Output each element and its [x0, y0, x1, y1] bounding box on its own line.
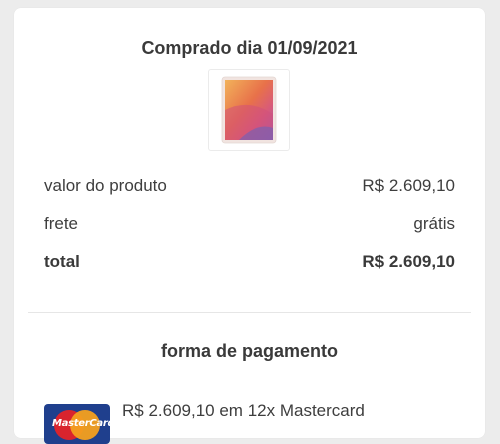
mastercard-logo-icon: MasterCard [44, 404, 110, 444]
product-value-amount: R$ 2.609,10 [362, 176, 455, 195]
payment-section-title: forma de pagamento [160, 341, 339, 361]
order-summary-card: Comprado dia 01/09/2021 valor do produto… [14, 8, 485, 444]
total-label: total [44, 252, 80, 271]
section-divider [28, 312, 471, 313]
purchase-date-title: Comprado dia 01/09/2021 [141, 38, 358, 58]
product-image-ipad[interactable] [208, 69, 290, 151]
product-value-row: valor do produto R$ 2.609,10 [44, 175, 455, 197]
total-amount: R$ 2.609,10 [362, 252, 455, 271]
total-row: total R$ 2.609,10 [44, 251, 455, 273]
ipad-icon [221, 76, 277, 144]
product-value-label: valor do produto [44, 176, 167, 195]
shipping-label: frete [44, 214, 79, 233]
shipping-value: grátis [413, 214, 455, 233]
card-brand-text: MasterCard [52, 418, 110, 429]
shipping-row: frete grátis [44, 213, 455, 235]
payment-summary-text: R$ 2.609,10 em 12x Mastercard [122, 401, 365, 420]
payment-method-row: MasterCard R$ 2.609,10 em 12x Mastercard [44, 400, 464, 444]
